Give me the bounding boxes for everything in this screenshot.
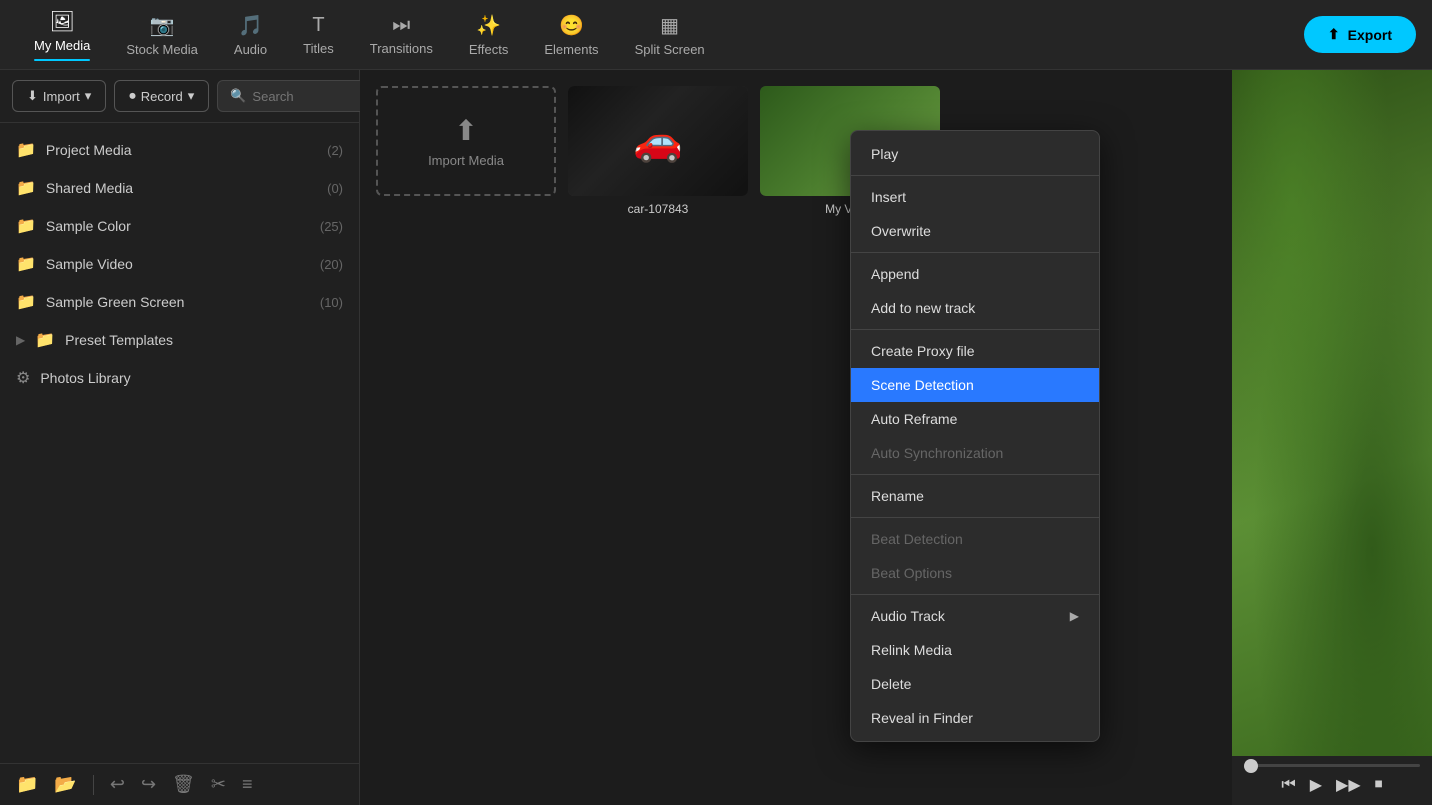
effects-icon: ✨ — [476, 13, 501, 38]
titles-icon: T — [312, 14, 324, 37]
nav-stock-media[interactable]: 📷 Stock Media — [108, 5, 216, 65]
context-menu-rename[interactable]: Rename — [851, 479, 1099, 513]
nav-transitions[interactable]: ⏭ Transitions — [352, 6, 451, 64]
undo-icon[interactable]: ↩ — [110, 774, 125, 795]
elements-icon: 😊 — [559, 13, 584, 38]
nav-titles[interactable]: T Titles — [285, 6, 352, 64]
chevron-right-icon: ▶ — [16, 333, 25, 347]
sidebar-item-sample-video[interactable]: 📁 Sample Video (20) — [0, 245, 359, 283]
context-menu-play[interactable]: Play — [851, 137, 1099, 171]
record-chevron-icon: ▾ — [188, 88, 195, 104]
import-button[interactable]: ⬇ Import ▾ — [12, 80, 106, 112]
stop-button[interactable]: ⏹ — [1371, 773, 1387, 797]
context-menu-create-proxy[interactable]: Create Proxy file — [851, 334, 1099, 368]
sidebar-item-shared-media[interactable]: 📁 Shared Media (0) — [0, 169, 359, 207]
sidebar-footer: 📁 📂 ↩ ↪ 🗑 ✂ ≡ — [0, 763, 359, 805]
gear-icon: ⚙ — [16, 368, 30, 388]
context-menu-insert[interactable]: Insert — [851, 180, 1099, 214]
nav-split-screen[interactable]: ▦ Split Screen — [617, 5, 723, 65]
context-menu-auto-sync: Auto Synchronization — [851, 436, 1099, 470]
context-menu-add-to-new-track[interactable]: Add to new track — [851, 291, 1099, 325]
media-grid: ⬆ Import Media car-107843 My Video — [360, 70, 1232, 805]
nav-audio[interactable]: 🎵 Audio — [216, 5, 285, 65]
add-folder-icon[interactable]: 📂 — [54, 774, 76, 795]
folder-icon: 📁 — [16, 140, 36, 160]
import-media-thumb[interactable]: ⬆ Import Media — [376, 86, 556, 196]
media-item-car[interactable]: car-107843 — [568, 86, 748, 216]
nav-effects[interactable]: ✨ Effects — [451, 5, 527, 65]
preview-panel: ⏮ ▶ ▶▶ ⏹ — [1232, 70, 1432, 805]
export-icon: ⬆ — [1328, 26, 1340, 43]
context-menu-append[interactable]: Append — [851, 257, 1099, 291]
sidebar-item-sample-color[interactable]: 📁 Sample Color (25) — [0, 207, 359, 245]
new-folder-icon[interactable]: 📁 — [16, 774, 38, 795]
context-menu: Play Insert Overwrite Append Add to new … — [850, 130, 1100, 742]
sidebar-toolbar: ⬇ Import ▾ ⏺ Record ▾ 🔍 ⧉ ⋮⋮⋮ — [0, 70, 359, 123]
context-menu-beat-options: Beat Options — [851, 556, 1099, 590]
menu-separator-2 — [851, 252, 1099, 253]
nav-elements[interactable]: 😊 Elements — [526, 5, 616, 65]
preview-controls: ⏮ ▶ ▶▶ ⏹ — [1232, 756, 1432, 805]
upload-icon: ⬆ — [454, 114, 477, 147]
sidebar-item-preset-templates[interactable]: ▶ 📁 Preset Templates — [0, 321, 359, 359]
search-icon: 🔍 — [230, 88, 246, 104]
menu-separator-3 — [851, 329, 1099, 330]
folder-icon: 📁 — [16, 178, 36, 198]
sidebar-tree: 📁 Project Media (2) 📁 Shared Media (0) 📁… — [0, 123, 359, 763]
progress-bar[interactable] — [1244, 764, 1420, 767]
menu-separator-4 — [851, 474, 1099, 475]
top-navigation: 🖼 My Media 📷 Stock Media 🎵 Audio T Title… — [0, 0, 1432, 70]
record-icon: ⏺ — [129, 88, 136, 104]
stock-media-icon: 📷 — [150, 13, 175, 38]
sidebar: ⬇ Import ▾ ⏺ Record ▾ 🔍 ⧉ ⋮⋮⋮ 📁 Project … — [0, 70, 360, 805]
import-media-item[interactable]: ⬆ Import Media — [376, 86, 556, 216]
redo-icon[interactable]: ↪ — [141, 774, 156, 795]
media-thumb-car — [568, 86, 748, 196]
import-arrow-icon: ⬇ — [27, 88, 38, 104]
context-menu-beat-detection: Beat Detection — [851, 522, 1099, 556]
folder-icon: 📁 — [35, 330, 55, 350]
sidebar-item-photos-library[interactable]: ⚙ Photos Library — [0, 359, 359, 397]
settings-icon[interactable]: ≡ — [242, 774, 253, 795]
folder-icon: 📁 — [16, 292, 36, 312]
split-screen-icon: ▦ — [660, 13, 679, 38]
context-menu-audio-track[interactable]: Audio Track ▶ — [851, 599, 1099, 633]
import-chevron-icon: ▾ — [85, 88, 92, 104]
context-menu-relink-media[interactable]: Relink Media — [851, 633, 1099, 667]
menu-separator-1 — [851, 175, 1099, 176]
context-menu-scene-detection[interactable]: Scene Detection — [851, 368, 1099, 402]
record-button[interactable]: ⏺ Record ▾ — [114, 80, 209, 112]
folder-icon: 📁 — [16, 216, 36, 236]
audio-icon: 🎵 — [238, 13, 263, 38]
submenu-arrow-icon: ▶ — [1070, 609, 1079, 623]
preview-video — [1232, 70, 1432, 756]
main-area: ⬇ Import ▾ ⏺ Record ▾ 🔍 ⧉ ⋮⋮⋮ 📁 Project … — [0, 70, 1432, 805]
context-menu-auto-reframe[interactable]: Auto Reframe — [851, 402, 1099, 436]
menu-separator-6 — [851, 594, 1099, 595]
content-area: ⬆ Import Media car-107843 My Video ◀ — [360, 70, 1432, 805]
menu-separator-5 — [851, 517, 1099, 518]
my-media-icon: 🖼 — [49, 9, 74, 34]
cut-icon[interactable]: ✂ — [211, 774, 226, 795]
prev-frame-button[interactable]: ⏮ — [1277, 773, 1299, 797]
export-button[interactable]: ⬆ Export — [1304, 16, 1416, 53]
play-pause-button[interactable]: ▶ — [1306, 773, 1326, 797]
sidebar-item-sample-green-screen[interactable]: 📁 Sample Green Screen (10) — [0, 283, 359, 321]
fast-play-button[interactable]: ▶▶ — [1332, 773, 1365, 797]
context-menu-delete[interactable]: Delete — [851, 667, 1099, 701]
folder-icon: 📁 — [16, 254, 36, 274]
transitions-icon: ⏭ — [392, 14, 410, 37]
delete-icon[interactable]: 🗑 — [172, 774, 195, 795]
context-menu-overwrite[interactable]: Overwrite — [851, 214, 1099, 248]
nav-my-media[interactable]: 🖼 My Media — [16, 1, 108, 69]
sidebar-item-project-media[interactable]: 📁 Project Media (2) — [0, 131, 359, 169]
context-menu-reveal-in-finder[interactable]: Reveal in Finder — [851, 701, 1099, 735]
